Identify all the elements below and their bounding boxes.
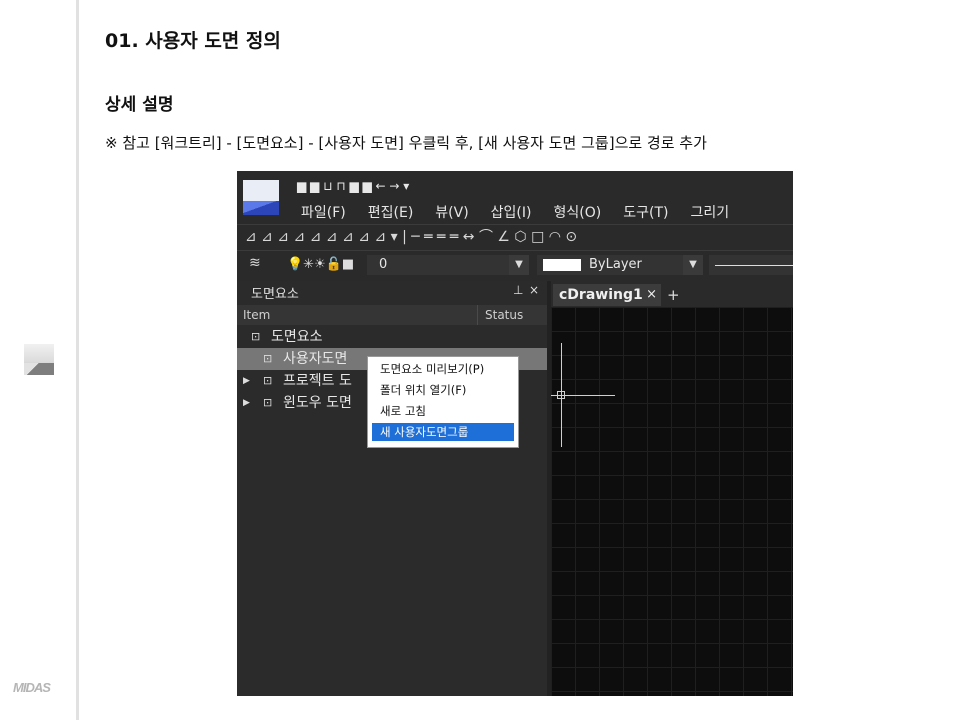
expand-arrow-icon[interactable]: ▶ bbox=[243, 392, 250, 414]
midas-logo: MIDAS bbox=[13, 680, 51, 695]
context-menu: 도면요소 미리보기(P) 폴더 위치 열기(F) 새로 고침 새 사용자도면그룹 bbox=[367, 356, 519, 448]
panel-close-icon[interactable]: × bbox=[529, 283, 539, 297]
tree-item-label: 사용자도면 bbox=[283, 351, 348, 367]
app-logo-icon[interactable] bbox=[243, 180, 279, 215]
expand-arrow-icon[interactable]: ▶ bbox=[243, 370, 250, 392]
menu-item-preview[interactable]: 도면요소 미리보기(P) bbox=[372, 360, 514, 378]
drawing-toolbar[interactable]: ⊿ ⊿ ⊿ ⊿ ⊿ ⊿ ⊿ ⊿ ⊿ ▾ | ─ ═ ═ ═ ↔ ⌒ ∠ ⬡ □ … bbox=[245, 226, 577, 248]
tree-item-label: 프로젝트 도 bbox=[283, 373, 352, 389]
layer-manager-icon[interactable]: ≋ bbox=[249, 255, 261, 271]
folder-icon: ⊡ bbox=[251, 330, 261, 343]
tree-item-label: 윈도우 도면 bbox=[283, 395, 352, 411]
layer-state-icons[interactable]: 💡✳☀🔓■ bbox=[287, 255, 354, 275]
folder-icon: ⊡ bbox=[263, 396, 273, 409]
menu-file[interactable]: 파일(F) bbox=[301, 202, 346, 222]
toolbar-separator bbox=[237, 250, 793, 251]
color-select[interactable]: ByLayer bbox=[537, 255, 687, 275]
side-logo-icon bbox=[24, 344, 54, 375]
crosshair-cursor-icon bbox=[557, 391, 565, 399]
sidebar-divider bbox=[76, 0, 79, 720]
col-status[interactable]: Status bbox=[485, 305, 523, 325]
layer-select[interactable]: 0 bbox=[367, 255, 529, 275]
tree-item-drawing-elements[interactable]: ⊡ 도면요소 bbox=[237, 326, 547, 348]
linetype-select[interactable] bbox=[709, 255, 793, 275]
tab-label: cDrawing1 bbox=[559, 287, 643, 303]
color-dropdown-chevron-down-icon[interactable]: ▼ bbox=[683, 255, 703, 275]
layer-value: 0 bbox=[379, 257, 388, 272]
left-sidebar: MIDAS bbox=[0, 0, 79, 720]
tab-cdrawing1[interactable]: cDrawing1 × bbox=[553, 284, 661, 306]
column-header: Item Status bbox=[237, 305, 547, 325]
page-title: 01. 사용자 도면 정의 bbox=[105, 30, 281, 52]
drawing-canvas[interactable] bbox=[551, 307, 793, 696]
toolbar-separator bbox=[237, 224, 793, 225]
layer-dropdown-chevron-down-icon[interactable]: ▼ bbox=[509, 255, 529, 275]
menu-item-open-folder[interactable]: 폴더 위치 열기(F) bbox=[372, 381, 514, 399]
menu-item-refresh[interactable]: 새로 고침 bbox=[372, 402, 514, 420]
pin-icon[interactable]: ⊥ bbox=[513, 283, 523, 297]
panel-title: 도면요소 bbox=[251, 287, 299, 302]
reference-note: ※ 참고 [워크트리] - [도면요소] - [사용자 도면] 우클릭 후, [… bbox=[105, 134, 707, 152]
menu-item-new-user-drawing-group[interactable]: 새 사용자도면그룹 bbox=[372, 423, 514, 441]
quick-access-toolbar[interactable]: ▆ ▆ ⊔ ⊓ ▆ ▆ ← → ▾ bbox=[297, 179, 409, 193]
tab-close-icon[interactable]: × bbox=[646, 284, 657, 306]
column-divider[interactable] bbox=[477, 305, 478, 325]
add-tab-icon[interactable]: + bbox=[667, 284, 680, 306]
tree-item-label: 도면요소 bbox=[271, 329, 323, 345]
menu-bar: 파일(F) 편집(E) 뷰(V) 삽입(I) 형식(O) 도구(T) 그리기 bbox=[301, 202, 751, 222]
menu-insert[interactable]: 삽입(I) bbox=[491, 202, 532, 222]
col-item[interactable]: Item bbox=[243, 305, 270, 325]
folder-icon: ⊡ bbox=[263, 374, 273, 387]
color-value: ByLayer bbox=[589, 257, 642, 272]
section-subtitle: 상세 설명 bbox=[105, 95, 174, 115]
menu-tools[interactable]: 도구(T) bbox=[623, 202, 668, 222]
folder-icon: ⊡ bbox=[263, 352, 273, 365]
menu-edit[interactable]: 편집(E) bbox=[368, 202, 414, 222]
menu-view[interactable]: 뷰(V) bbox=[435, 202, 468, 222]
app-screenshot: ▆ ▆ ⊔ ⊓ ▆ ▆ ← → ▾ 파일(F) 편집(E) 뷰(V) 삽입(I)… bbox=[237, 171, 793, 696]
drawing-elements-panel: 도면요소 ⊥ × Item Status ⊡ 도면요소 ⊡ 사용자도면 ▶ ⊡ … bbox=[237, 281, 547, 696]
menu-format[interactable]: 형식(O) bbox=[554, 202, 602, 222]
menu-draw[interactable]: 그리기 bbox=[690, 202, 729, 222]
color-swatch bbox=[543, 259, 581, 271]
